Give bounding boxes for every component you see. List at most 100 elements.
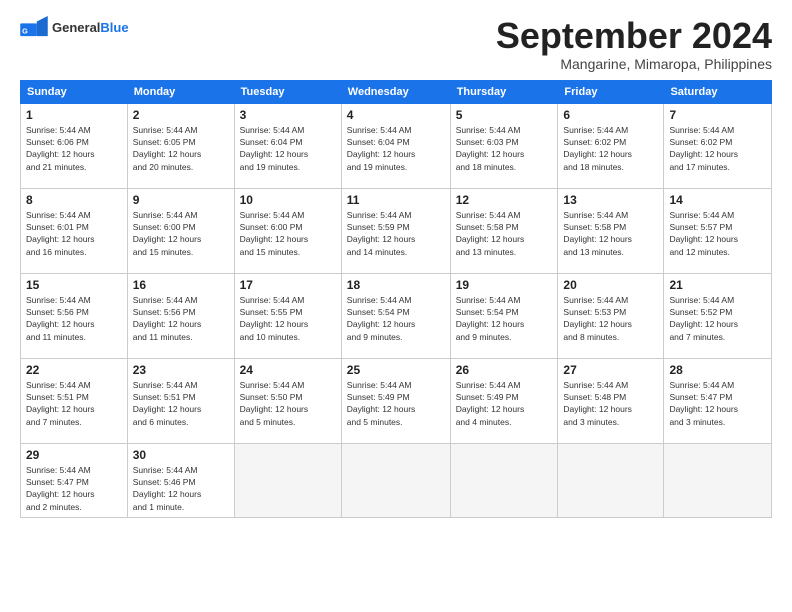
col-sunday: Sunday — [21, 80, 128, 103]
day-number: 30 — [133, 448, 229, 462]
day-info: Sunrise: 5:44 AM Sunset: 5:56 PM Dayligh… — [133, 294, 229, 343]
day-info: Sunrise: 5:44 AM Sunset: 6:02 PM Dayligh… — [563, 124, 658, 173]
table-row: 25 Sunrise: 5:44 AM Sunset: 5:49 PM Dayli… — [341, 358, 450, 443]
day-info: Sunrise: 5:44 AM Sunset: 5:51 PM Dayligh… — [133, 379, 229, 428]
day-info: Sunrise: 5:44 AM Sunset: 5:46 PM Dayligh… — [133, 464, 229, 513]
day-number: 25 — [347, 363, 445, 377]
day-info: Sunrise: 5:44 AM Sunset: 6:05 PM Dayligh… — [133, 124, 229, 173]
svg-text:G: G — [22, 26, 28, 35]
day-info: Sunrise: 5:44 AM Sunset: 6:00 PM Dayligh… — [133, 209, 229, 258]
table-row: 19 Sunrise: 5:44 AM Sunset: 5:54 PM Dayli… — [450, 273, 558, 358]
title-block: September 2024 Mangarine, Mimaropa, Phil… — [496, 16, 772, 72]
day-number: 20 — [563, 278, 658, 292]
page: G GeneralBlue September 2024 Mangarine, … — [0, 0, 792, 612]
day-info: Sunrise: 5:44 AM Sunset: 5:55 PM Dayligh… — [240, 294, 336, 343]
day-info: Sunrise: 5:44 AM Sunset: 5:51 PM Dayligh… — [26, 379, 122, 428]
table-row: 26 Sunrise: 5:44 AM Sunset: 5:49 PM Dayli… — [450, 358, 558, 443]
table-row — [664, 443, 772, 517]
table-row — [558, 443, 664, 517]
day-info: Sunrise: 5:44 AM Sunset: 5:57 PM Dayligh… — [669, 209, 766, 258]
table-row: 9 Sunrise: 5:44 AM Sunset: 6:00 PM Daylig… — [127, 188, 234, 273]
table-row: 1 Sunrise: 5:44 AM Sunset: 6:06 PM Daylig… — [21, 103, 128, 188]
day-number: 2 — [133, 108, 229, 122]
day-number: 23 — [133, 363, 229, 377]
day-info: Sunrise: 5:44 AM Sunset: 5:47 PM Dayligh… — [26, 464, 122, 513]
col-friday: Friday — [558, 80, 664, 103]
day-info: Sunrise: 5:44 AM Sunset: 5:47 PM Dayligh… — [669, 379, 766, 428]
day-info: Sunrise: 5:44 AM Sunset: 6:03 PM Dayligh… — [456, 124, 553, 173]
day-number: 24 — [240, 363, 336, 377]
table-row: 2 Sunrise: 5:44 AM Sunset: 6:05 PM Daylig… — [127, 103, 234, 188]
table-row: 21 Sunrise: 5:44 AM Sunset: 5:52 PM Dayli… — [664, 273, 772, 358]
day-number: 4 — [347, 108, 445, 122]
day-number: 1 — [26, 108, 122, 122]
table-row: 30 Sunrise: 5:44 AM Sunset: 5:46 PM Dayli… — [127, 443, 234, 517]
col-monday: Monday — [127, 80, 234, 103]
day-number: 11 — [347, 193, 445, 207]
calendar-header-row: Sunday Monday Tuesday Wednesday Thursday… — [21, 80, 772, 103]
day-info: Sunrise: 5:44 AM Sunset: 6:00 PM Dayligh… — [240, 209, 336, 258]
table-row: 14 Sunrise: 5:44 AM Sunset: 5:57 PM Dayli… — [664, 188, 772, 273]
day-number: 21 — [669, 278, 766, 292]
day-number: 28 — [669, 363, 766, 377]
table-row: 6 Sunrise: 5:44 AM Sunset: 6:02 PM Daylig… — [558, 103, 664, 188]
day-info: Sunrise: 5:44 AM Sunset: 6:01 PM Dayligh… — [26, 209, 122, 258]
calendar-table: Sunday Monday Tuesday Wednesday Thursday… — [20, 80, 772, 518]
table-row: 29 Sunrise: 5:44 AM Sunset: 5:47 PM Dayli… — [21, 443, 128, 517]
table-row: 12Sunrise: 5:44 AM Sunset: 5:58 PM Dayli… — [450, 188, 558, 273]
day-info: Sunrise: 5:44 AM Sunset: 6:02 PM Dayligh… — [669, 124, 766, 173]
location: Mangarine, Mimaropa, Philippines — [496, 56, 772, 72]
day-number: 15 — [26, 278, 122, 292]
table-row: 13 Sunrise: 5:44 AM Sunset: 5:58 PM Dayli… — [558, 188, 664, 273]
day-number: 16 — [133, 278, 229, 292]
day-number: 19 — [456, 278, 553, 292]
table-row: 15Sunrise: 5:44 AM Sunset: 5:56 PM Dayli… — [21, 273, 128, 358]
day-number: 26 — [456, 363, 553, 377]
logo: G GeneralBlue — [20, 16, 129, 38]
day-number: 13 — [563, 193, 658, 207]
day-number: 9 — [133, 193, 229, 207]
day-info: Sunrise: 5:44 AM Sunset: 6:06 PM Dayligh… — [26, 124, 122, 173]
day-number: 22 — [26, 363, 122, 377]
day-number: 10 — [240, 193, 336, 207]
day-info: Sunrise: 5:44 AM Sunset: 5:48 PM Dayligh… — [563, 379, 658, 428]
day-info: Sunrise: 5:44 AM Sunset: 5:49 PM Dayligh… — [456, 379, 553, 428]
day-info: Sunrise: 5:44 AM Sunset: 5:58 PM Dayligh… — [563, 209, 658, 258]
day-number: 8 — [26, 193, 122, 207]
day-number: 17 — [240, 278, 336, 292]
month-title: September 2024 — [496, 16, 772, 56]
table-row: 16 Sunrise: 5:44 AM Sunset: 5:56 PM Dayli… — [127, 273, 234, 358]
header: G GeneralBlue September 2024 Mangarine, … — [20, 16, 772, 72]
col-saturday: Saturday — [664, 80, 772, 103]
table-row: 5 Sunrise: 5:44 AM Sunset: 6:03 PM Daylig… — [450, 103, 558, 188]
day-info: Sunrise: 5:44 AM Sunset: 5:59 PM Dayligh… — [347, 209, 445, 258]
table-row: 4 Sunrise: 5:44 AM Sunset: 6:04 PM Daylig… — [341, 103, 450, 188]
day-info: Sunrise: 5:44 AM Sunset: 5:50 PM Dayligh… — [240, 379, 336, 428]
day-number: 27 — [563, 363, 658, 377]
day-info: Sunrise: 5:44 AM Sunset: 5:49 PM Dayligh… — [347, 379, 445, 428]
day-number: 14 — [669, 193, 766, 207]
day-number: 29 — [26, 448, 122, 462]
table-row: 18Sunrise: 5:44 AM Sunset: 5:54 PM Dayli… — [341, 273, 450, 358]
day-info: Sunrise: 5:44 AM Sunset: 5:53 PM Dayligh… — [563, 294, 658, 343]
logo-blue: Blue — [100, 20, 128, 35]
table-row: 22 Sunrise: 5:44 AM Sunset: 5:51 PM Dayli… — [21, 358, 128, 443]
logo-icon: G — [20, 16, 48, 38]
table-row: 7Sunrise: 5:44 AM Sunset: 6:02 PM Daylig… — [664, 103, 772, 188]
table-row: 17 Sunrise: 5:44 AM Sunset: 5:55 PM Dayli… — [234, 273, 341, 358]
table-row: 11 Sunrise: 5:44 AM Sunset: 5:59 PM Dayli… — [341, 188, 450, 273]
table-row — [234, 443, 341, 517]
day-number: 5 — [456, 108, 553, 122]
col-tuesday: Tuesday — [234, 80, 341, 103]
table-row: 28 Sunrise: 5:44 AM Sunset: 5:47 PM Dayli… — [664, 358, 772, 443]
table-row: 8 Sunrise: 5:44 AM Sunset: 6:01 PM Daylig… — [21, 188, 128, 273]
table-row: 27 Sunrise: 5:44 AM Sunset: 5:48 PM Dayli… — [558, 358, 664, 443]
day-info: Sunrise: 5:44 AM Sunset: 5:54 PM Dayligh… — [456, 294, 553, 343]
day-info: Sunrise: 5:44 AM Sunset: 5:54 PM Dayligh… — [347, 294, 445, 343]
day-info: Sunrise: 5:44 AM Sunset: 6:04 PM Dayligh… — [347, 124, 445, 173]
day-info: Sunrise: 5:44 AM Sunset: 5:52 PM Dayligh… — [669, 294, 766, 343]
day-info: Sunrise: 5:44 AM Sunset: 6:04 PM Dayligh… — [240, 124, 336, 173]
table-row: 20 Sunrise: 5:44 AM Sunset: 5:53 PM Dayli… — [558, 273, 664, 358]
logo-general: General — [52, 20, 100, 35]
day-number: 6 — [563, 108, 658, 122]
